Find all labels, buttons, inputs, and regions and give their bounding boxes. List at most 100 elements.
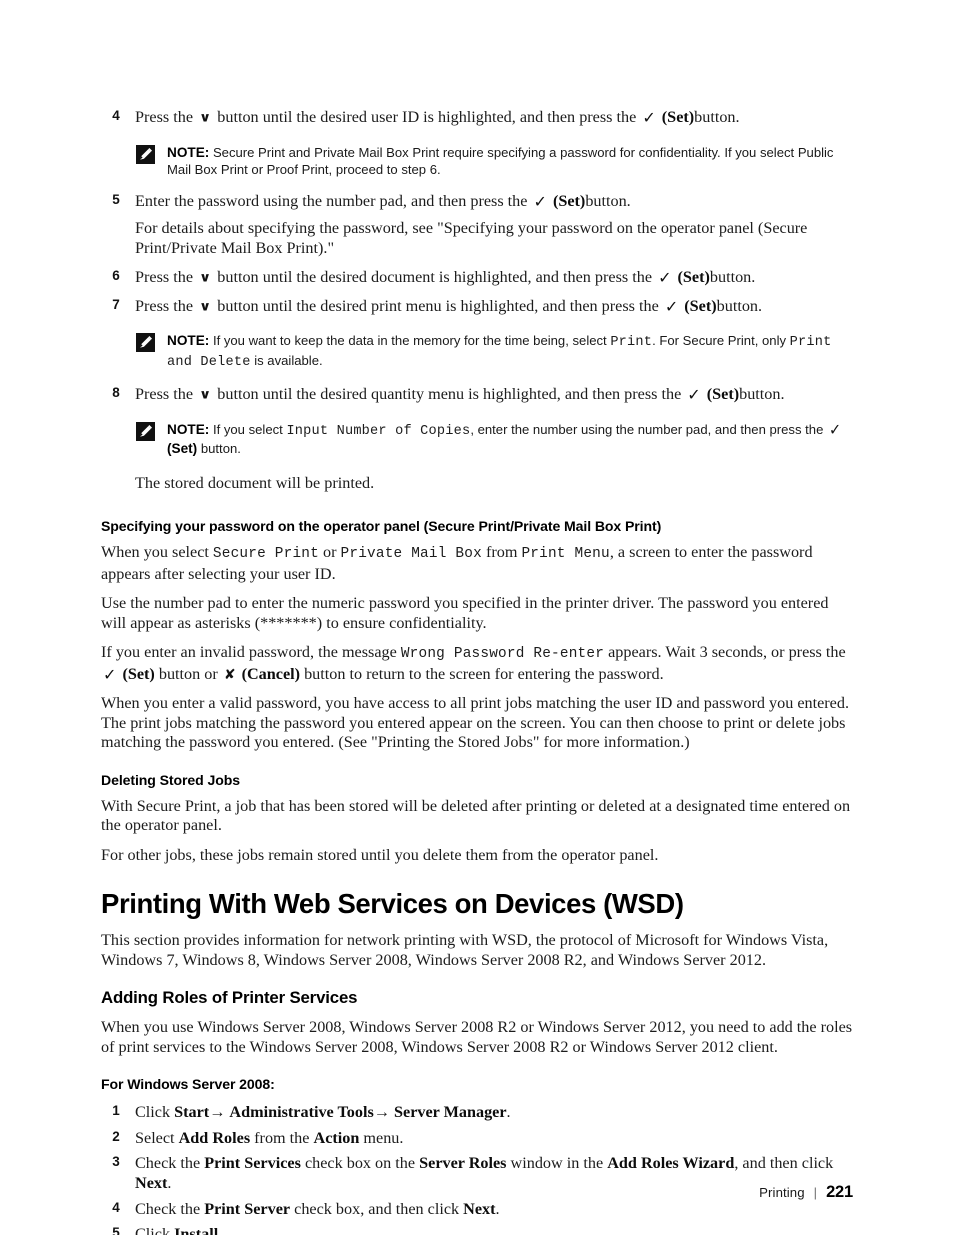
menu-value-print-menu: Print Menu bbox=[521, 546, 610, 563]
cancel-x-icon: ✘ bbox=[223, 666, 236, 683]
note-part-1: If you select bbox=[212, 421, 287, 437]
pp3-d: button to return to the screen for enter… bbox=[304, 664, 664, 683]
page-content: 4 Press the ∨ button until the desired u… bbox=[101, 108, 853, 1235]
menu-value-input-number-of-copies: Input Number of Copies bbox=[286, 423, 471, 439]
step-text: Check the Print Services check box on th… bbox=[135, 1154, 833, 1192]
step5-continuation: For details about specifying the passwor… bbox=[135, 219, 808, 257]
check-set-icon: ✓ bbox=[687, 385, 701, 405]
note-set-label: (Set) bbox=[167, 441, 198, 457]
step-number: 3 bbox=[112, 1154, 120, 1170]
page-footer: Printing | 221 bbox=[759, 1183, 853, 1202]
ui-target-add-roles: Add Roles bbox=[178, 1128, 251, 1147]
step-text: Press the ∨ button until the desired pri… bbox=[135, 297, 762, 315]
pencil-note-icon bbox=[136, 144, 155, 164]
step7-pre: Press the bbox=[135, 296, 193, 315]
w1-p4: → bbox=[373, 1103, 395, 1122]
down-arrow-icon: ∨ bbox=[199, 109, 212, 125]
step4-pre: Press the bbox=[135, 108, 193, 126]
ui-target-server-roles: Server Roles bbox=[419, 1154, 507, 1173]
step6-set-label: (Set) bbox=[677, 268, 710, 287]
step4-set-label: (Set) bbox=[661, 108, 695, 126]
step4-mid: button until the desired user ID is high… bbox=[217, 108, 637, 126]
down-arrow-icon: ∨ bbox=[199, 269, 212, 285]
pp3-c: button or bbox=[158, 664, 218, 683]
step8-post: button. bbox=[739, 385, 785, 404]
password-paragraph-1: When you select Secure Print or Private … bbox=[101, 543, 853, 584]
page-number: 221 bbox=[826, 1183, 853, 1201]
step-text: Enter the password using the number pad,… bbox=[135, 192, 631, 210]
pp3-b: appears. Wait 3 seconds, or press the bbox=[604, 643, 846, 662]
ui-target-next: Next bbox=[135, 1173, 168, 1192]
w2-p4: menu. bbox=[359, 1128, 404, 1147]
note-label: NOTE: bbox=[167, 421, 210, 437]
step5-pre: Enter the password using the number pad,… bbox=[135, 192, 528, 211]
step-item-7: 7 Press the ∨ button until the desired p… bbox=[101, 297, 853, 317]
ui-target-install: Install bbox=[174, 1225, 219, 1235]
note-callout-1: NOTE: Secure Print and Private Mail Box … bbox=[101, 144, 853, 179]
note-text: NOTE: If you select Input Number of Copi… bbox=[167, 421, 853, 458]
step-number: 4 bbox=[112, 1199, 120, 1215]
down-arrow-icon: ∨ bbox=[199, 386, 212, 402]
step7-set-label: (Set) bbox=[684, 296, 717, 315]
wsd-step-item: 3 Check the Print Services check box on … bbox=[101, 1154, 853, 1193]
ui-target-print-services: Print Services bbox=[204, 1154, 301, 1173]
step-text: Press the ∨ button until the desired use… bbox=[135, 108, 740, 126]
menu-value-print: Print bbox=[610, 335, 653, 351]
password-paragraph-4: When you enter a valid password, you hav… bbox=[101, 694, 850, 752]
menu-value-private-mail-box: Private Mail Box bbox=[340, 546, 482, 563]
w3-p4: window in the bbox=[506, 1154, 608, 1173]
note-label: NOTE: bbox=[167, 333, 210, 349]
step8-set-label: (Set) bbox=[706, 385, 740, 404]
lcd-message-wrong-password: Wrong Password Re-enter bbox=[400, 646, 605, 663]
step5-post: button. bbox=[585, 192, 631, 211]
ui-target-next: Next bbox=[463, 1199, 496, 1218]
w3-p6: , and then click bbox=[734, 1154, 834, 1173]
step4-post: button. bbox=[694, 108, 740, 126]
check-set-icon: ✓ bbox=[533, 192, 547, 212]
step-text: Press the ∨ button until the desired qua… bbox=[135, 385, 785, 403]
wsd-intro-paragraph: This section provides information for ne… bbox=[101, 931, 829, 969]
heading-for-windows-server-2008: For Windows Server 2008: bbox=[101, 1076, 275, 1093]
step8-mid: button until the desired quantity menu i… bbox=[217, 385, 682, 404]
heading-deleting-stored-jobs: Deleting Stored Jobs bbox=[101, 771, 240, 788]
heading-printing-with-wsd: Printing With Web Services on Devices (W… bbox=[101, 888, 684, 920]
step-text: Check the Print Server check box, and th… bbox=[135, 1200, 500, 1218]
pp3-set-label: (Set) bbox=[122, 664, 155, 683]
w3-p0: Check the bbox=[135, 1154, 205, 1173]
ui-target-administrative-tools: Administrative Tools bbox=[229, 1103, 374, 1122]
footer-section-name: Printing bbox=[759, 1185, 805, 1200]
w3-p8: . bbox=[167, 1173, 172, 1192]
step-text: Click Start→ Administrative Tools→ Serve… bbox=[135, 1103, 511, 1121]
pp3-a: If you enter an invalid password, the me… bbox=[101, 643, 401, 662]
ui-target-server-manager: Server Manager bbox=[394, 1103, 507, 1122]
note-part-1: If you want to keep the data in the memo… bbox=[212, 333, 611, 349]
pp1-c: from bbox=[481, 543, 522, 562]
pencil-note-icon bbox=[136, 421, 155, 441]
ui-target-add-roles-wizard: Add Roles Wizard bbox=[607, 1154, 735, 1173]
check-set-icon: ✓ bbox=[829, 419, 842, 439]
w4-p0: Check the bbox=[135, 1199, 205, 1218]
w5-p2: . bbox=[218, 1225, 223, 1235]
step-item-5: 5 Enter the password using the number pa… bbox=[101, 192, 853, 212]
check-set-icon: ✓ bbox=[642, 108, 656, 127]
w1-p6: . bbox=[506, 1103, 511, 1122]
heading-adding-roles: Adding Roles of Printer Services bbox=[101, 988, 358, 1008]
check-set-icon: ✓ bbox=[658, 268, 672, 288]
ui-target-print-server: Print Server bbox=[204, 1199, 291, 1218]
deleting-paragraph-1: With Secure Print, a job that has been s… bbox=[101, 796, 851, 835]
step-text: Click Install. bbox=[135, 1225, 222, 1235]
password-paragraph-3: If you enter an invalid password, the me… bbox=[101, 643, 853, 684]
ui-target-start: Start bbox=[174, 1103, 210, 1122]
w4-p4: . bbox=[495, 1199, 500, 1218]
note-part-3: is available. bbox=[250, 352, 323, 368]
step6-mid: button until the desired document is hig… bbox=[217, 268, 653, 287]
pp1-a: When you select bbox=[101, 543, 213, 562]
note-label: NOTE: bbox=[167, 144, 210, 160]
wsd-step-item: 2 Select Add Roles from the Action menu. bbox=[101, 1129, 853, 1149]
step-number: 4 bbox=[112, 108, 120, 123]
pp1-b: or bbox=[318, 543, 341, 562]
note-text: NOTE: If you want to keep the data in th… bbox=[167, 332, 853, 371]
w2-p2: from the bbox=[250, 1128, 314, 1147]
w1-p2: → bbox=[209, 1103, 230, 1122]
step7-mid: button until the desired print menu is h… bbox=[217, 296, 659, 315]
